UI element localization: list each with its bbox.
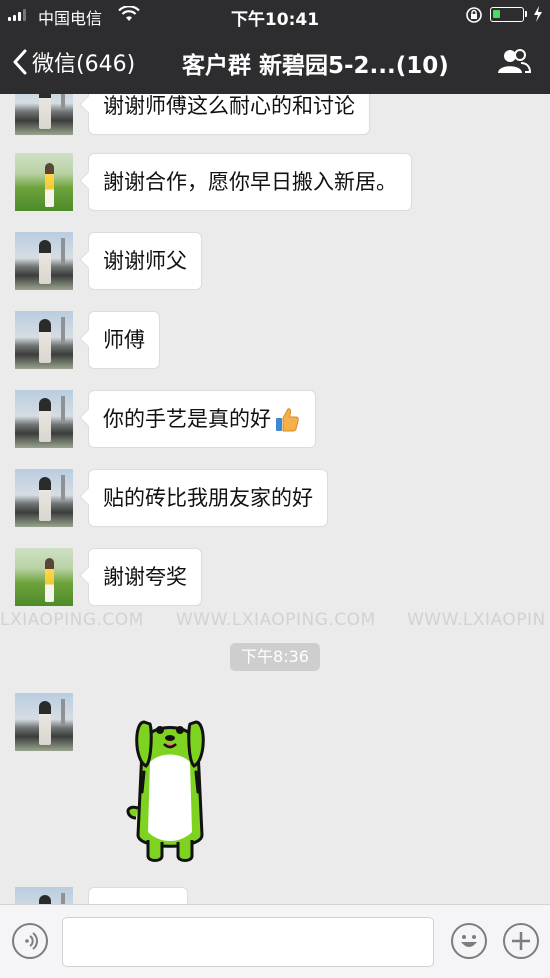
voice-input-button[interactable]: [12, 923, 48, 959]
message-bubble[interactable]: 謝谢夸奖: [88, 548, 202, 606]
chat-title: 客户群 新碧园5-2...(10): [182, 53, 449, 79]
message-text: 你的手艺是真的好: [103, 407, 271, 431]
timestamp-divider: 下午8:36: [230, 643, 320, 671]
watermark-text: LXIAOPING.COM: [0, 610, 144, 630]
status-bar: 中国电信 下午10:41: [0, 0, 550, 30]
group-members-icon: [498, 49, 532, 73]
voice-icon: [25, 932, 38, 950]
dog-sticker[interactable]: [120, 700, 220, 865]
chevron-left-icon: [13, 49, 27, 75]
battery-cap: [525, 11, 527, 17]
message-bubble[interactable]: 谢谢师父: [88, 232, 202, 290]
back-button[interactable]: 微信(646): [12, 46, 135, 78]
watermark: LXIAOPING.COM WWW.LXIAOPING.COM WWW.LXIA…: [0, 610, 550, 634]
group-members-button[interactable]: [497, 48, 532, 78]
battery-level: [493, 10, 500, 18]
message-bubble[interactable]: 师傅: [88, 311, 160, 369]
avatar[interactable]: [15, 94, 73, 135]
more-options-button[interactable]: [503, 923, 539, 959]
avatar[interactable]: [15, 469, 73, 527]
top-bar: 中国电信 下午10:41 微信(646) 客户群 新碧园5-2...(10): [0, 0, 550, 94]
battery-icon: [490, 7, 524, 22]
back-label: 微信(646): [32, 52, 136, 77]
avatar[interactable]: [15, 390, 73, 448]
emoji-button[interactable]: [451, 923, 487, 959]
smiley-icon: [461, 935, 477, 947]
avatar[interactable]: [15, 311, 73, 369]
avatar[interactable]: [15, 232, 73, 290]
navigation-bar: 微信(646) 客户群 新碧园5-2...(10): [0, 30, 550, 94]
message-bubble[interactable]: 谢谢师傅这么耐心的和讨论: [88, 94, 370, 135]
watermark-text: WWW.LXIAOPIN: [407, 610, 546, 630]
thumbs-up-icon: [276, 408, 299, 432]
message-bubble[interactable]: 你的手艺是真的好: [88, 390, 316, 448]
avatar[interactable]: [15, 548, 73, 606]
message-bubble[interactable]: 謝谢合作，愿你早日搬入新居。: [88, 153, 412, 211]
message-input[interactable]: [62, 917, 434, 967]
orientation-lock-icon: [466, 7, 482, 23]
watermark-text: WWW.LXIAOPING.COM: [176, 610, 376, 630]
charging-bolt-icon: [534, 6, 542, 22]
avatar[interactable]: [15, 153, 73, 211]
message-bubble[interactable]: 贴的砖比我朋友家的好: [88, 469, 328, 527]
plus-icon: [512, 932, 530, 950]
input-bar: [0, 904, 550, 978]
avatar[interactable]: [15, 693, 73, 751]
chat-area[interactable]: 谢谢师傅这么耐心的和讨论 謝谢合作，愿你早日搬入新居。 谢谢师父 师傅 你的手艺…: [0, 94, 550, 904]
